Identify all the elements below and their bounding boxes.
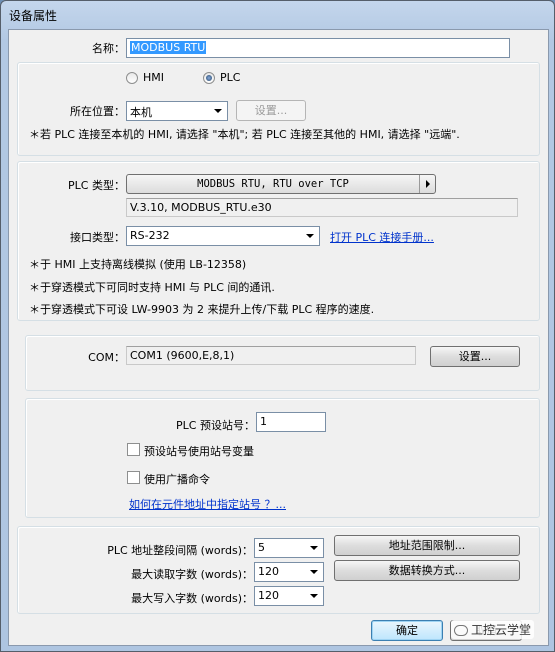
com-label: COM：: [88, 351, 125, 364]
address-range-limit-button[interactable]: 地址范围限制...: [334, 535, 520, 556]
location-label: 所在位置：: [70, 105, 125, 118]
chevron-down-icon: [214, 109, 222, 113]
chevron-down-icon: [306, 234, 314, 238]
driver-version-field: V.3.10, MODBUS_RTU.e30: [126, 198, 518, 217]
max-read-select[interactable]: 120: [254, 562, 324, 582]
chevron-down-icon: [310, 570, 318, 574]
broadcast-label[interactable]: 使用广播命令: [144, 471, 210, 487]
station-label: PLC 预设站号：: [176, 419, 255, 432]
location-settings-button[interactable]: 设置...: [236, 100, 306, 121]
com-value-field: COM1 (9600,E,8,1): [126, 346, 416, 365]
open-plc-manual-link[interactable]: 打开 PLC 连接手册...: [330, 229, 434, 245]
station-help-link[interactable]: 如何在元件地址中指定站号 ？...: [129, 496, 286, 512]
window-title: 设备属性: [9, 9, 58, 23]
com-settings-button[interactable]: 设置...: [430, 346, 520, 367]
plc-type-button[interactable]: MODBUS RTU, RTU over TCP: [126, 174, 436, 194]
location-select[interactable]: 本机: [126, 101, 228, 121]
plc-note-3: ＊于穿透模式下可设 LW-9903 为 2 来提升上传/下载 PLC 程序的速度…: [29, 303, 375, 316]
max-write-label: 最大写入字数 (words)：: [131, 592, 253, 605]
location-note: ＊若 PLC 连接至本机的 HMI, 请选择 "本机"; 若 PLC 连接至其他…: [29, 128, 460, 141]
location-select-value: 本机: [130, 106, 152, 119]
max-write-select[interactable]: 120: [254, 586, 324, 606]
max-read-value: 120: [258, 565, 279, 578]
wechat-icon: [454, 625, 468, 636]
ok-button[interactable]: 确定: [371, 620, 443, 641]
address-interval-value: 5: [258, 541, 265, 554]
plc-type-value: MODBUS RTU, RTU over TCP: [197, 178, 349, 190]
plc-note-2: ＊于穿透模式下可同时支持 HMI 与 PLC 间的通讯.: [29, 281, 275, 294]
use-station-variable-checkbox[interactable]: [127, 443, 140, 456]
device-properties-window: 设备属性 名称： MODBUS RTU HMI PLC 所在位置： 本机 设置.…: [0, 0, 555, 652]
name-input-value: MODBUS RTU: [130, 41, 207, 54]
radio-hmi[interactable]: [126, 72, 138, 84]
max-read-label: 最大读取字数 (words)：: [131, 568, 253, 581]
watermark: 工控云学堂: [451, 620, 535, 639]
interface-select-value: RS-232: [130, 229, 170, 242]
data-conversion-button[interactable]: 数据转换方式...: [334, 560, 520, 581]
radio-plc[interactable]: [203, 72, 215, 84]
radio-hmi-label[interactable]: HMI: [143, 71, 164, 84]
interface-select[interactable]: RS-232: [126, 226, 320, 246]
broadcast-checkbox[interactable]: [127, 471, 140, 484]
chevron-down-icon: [310, 546, 318, 550]
max-write-value: 120: [258, 589, 279, 602]
plc-note-1: ＊于 HMI 上支持离线模拟 (使用 LB-12358): [29, 258, 247, 271]
station-input[interactable]: 1: [256, 412, 326, 432]
use-station-variable-label[interactable]: 预设站号使用站号变量: [144, 443, 254, 459]
name-label: 名称：: [92, 42, 125, 55]
plc-type-label: PLC 类型：: [68, 179, 125, 192]
name-input[interactable]: MODBUS RTU: [126, 38, 510, 58]
dialog-client-area: 名称： MODBUS RTU HMI PLC 所在位置： 本机 设置... ＊若…: [8, 29, 549, 646]
watermark-text: 工控云学堂: [471, 623, 532, 637]
chevron-right-icon: [419, 175, 435, 193]
chevron-down-icon: [310, 594, 318, 598]
radio-plc-label[interactable]: PLC: [220, 71, 240, 84]
address-interval-label: PLC 地址整段间隔 (words)：: [107, 544, 253, 557]
interface-label: 接口类型：: [70, 231, 125, 244]
address-interval-select[interactable]: 5: [254, 538, 324, 558]
